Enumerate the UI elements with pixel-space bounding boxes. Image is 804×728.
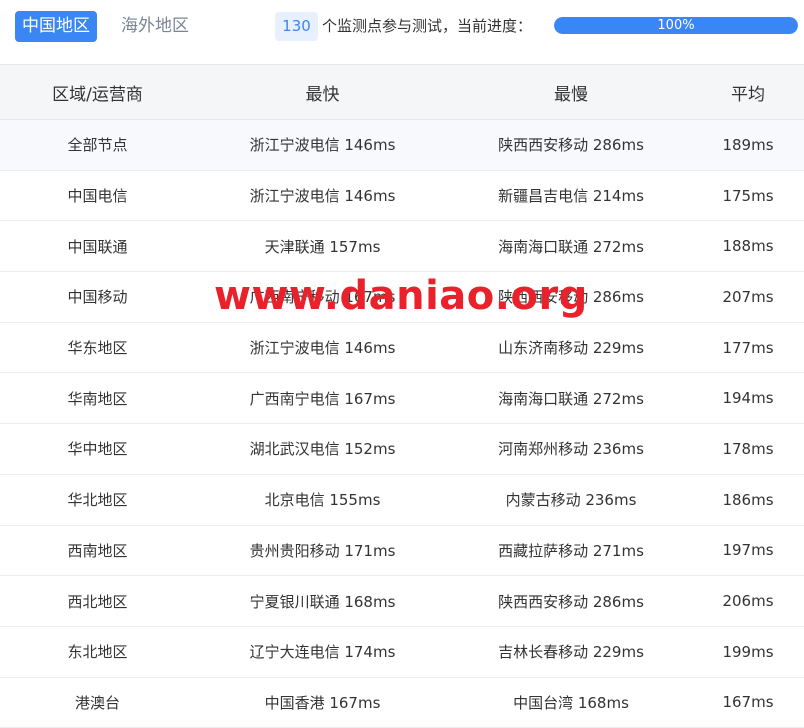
table-row: 全部节点 浙江宁波电信 146ms 陕西西安移动 286ms 189ms (0, 119, 804, 171)
cell-slowest: 新疆昌吉电信 214ms (498, 187, 644, 206)
cell-fastest: 北京电信 155ms (264, 491, 381, 510)
cell-slowest: 陕西西安移动 286ms (498, 136, 644, 155)
cell-average: 178ms (722, 439, 774, 458)
table-row: 西北地区 宁夏银川联通 168ms 陕西西安移动 286ms 206ms (0, 576, 804, 627)
cell-fastest: 辽宁大连电信 174ms (249, 643, 396, 662)
cell-average: 188ms (722, 237, 774, 256)
progress-description: 个监测点参与测试，当前进度： (322, 17, 533, 35)
cell-average: 206ms (722, 592, 774, 611)
top-bar: 中国地区 海外地区 130 个监测点参与测试，当前进度： 100% (0, 0, 804, 64)
cell-slowest: 西藏拉萨移动 271ms (498, 541, 644, 560)
cell-fastest: 贵州贵阳移动 171ms (249, 541, 396, 560)
watermark: www.daniao.org (214, 273, 588, 319)
cell-region: 西南地区 (67, 541, 128, 560)
cell-fastest: 浙江宁波电信 146ms (249, 136, 396, 155)
cell-average: 199ms (722, 642, 774, 661)
cell-average: 194ms (722, 389, 774, 408)
cell-fastest: 中国香港 167ms (264, 693, 381, 712)
table-body: 全部节点 浙江宁波电信 146ms 陕西西安移动 286ms 189ms 中国电信 浙江宁… (0, 119, 804, 728)
cell-region: 港澳台 (74, 693, 120, 712)
cell-average: 177ms (722, 338, 774, 357)
table-row: 西南地区 贵州贵阳移动 171ms 西藏拉萨移动 271ms 197ms (0, 525, 804, 576)
table-row: 华东地区 浙江宁波电信 146ms 山东济南移动 229ms 177ms (0, 322, 804, 373)
cell-average: 175ms (722, 186, 774, 205)
cell-region: 华东地区 (67, 339, 128, 358)
cell-region: 全部节点 (67, 136, 128, 155)
cell-fastest: 湖北武汉电信 152ms (249, 440, 396, 459)
table-header-row: 区域/运营商 最快 最慢 平均 (0, 64, 804, 120)
cell-region: 中国移动 (67, 288, 128, 307)
cell-fastest: 浙江宁波电信 146ms (249, 187, 396, 206)
header-average: 平均 (692, 64, 804, 120)
cell-slowest: 海南海口联通 272ms (498, 237, 644, 256)
table-row: 港澳台 中国香港 167ms 中国台湾 168ms 167ms (0, 677, 804, 728)
cell-region: 华中地区 (67, 440, 128, 459)
progress-fill: 100% (554, 17, 798, 34)
table-row: 中国电信 浙江宁波电信 146ms 新疆昌吉电信 214ms 175ms (0, 170, 804, 221)
header-slowest: 最慢 (450, 64, 692, 120)
node-count-badge: 130 (275, 12, 318, 41)
cell-average: 197ms (722, 541, 774, 560)
cell-slowest: 海南海口联通 272ms (498, 389, 644, 408)
cell-fastest: 浙江宁波电信 146ms (249, 339, 396, 358)
cell-fastest: 宁夏银川联通 168ms (249, 592, 396, 611)
table-row: 华南地区 广西南宁电信 167ms 海南海口联通 272ms 194ms (0, 373, 804, 424)
cell-region: 华南地区 (67, 389, 128, 408)
cell-slowest: 山东济南移动 229ms (498, 339, 644, 358)
cell-average: 186ms (722, 490, 774, 509)
cell-slowest: 内蒙古移动 236ms (505, 491, 637, 510)
cell-slowest: 中国台湾 168ms (513, 693, 629, 712)
cell-average: 189ms (722, 135, 774, 154)
tab-overseas[interactable]: 海外地区 (114, 11, 196, 42)
cell-slowest: 陕西西安移动 286ms (498, 592, 644, 611)
results-table: 区域/运营商 最快 最慢 平均 全部节点 浙江宁波电信 146ms 陕西西安移动 2… (0, 64, 804, 728)
cell-region: 中国联通 (67, 237, 128, 256)
header-region: 区域/运营商 (0, 64, 195, 120)
cell-region: 东北地区 (67, 643, 128, 662)
cell-slowest: 河南郑州移动 236ms (498, 440, 644, 459)
cell-average: 207ms (722, 287, 774, 306)
cell-region: 西北地区 (67, 592, 128, 611)
cell-region: 中国电信 (67, 187, 128, 206)
table-row: 华北地区 北京电信 155ms 内蒙古移动 236ms 186ms (0, 474, 804, 525)
header-fastest: 最快 (195, 64, 450, 120)
tab-china[interactable]: 中国地区 (15, 11, 97, 42)
cell-average: 167ms (722, 693, 774, 712)
table-row: 东北地区 辽宁大连电信 174ms 吉林长春移动 229ms 199ms (0, 626, 804, 678)
cell-region: 华北地区 (67, 491, 128, 510)
cell-slowest: 吉林长春移动 229ms (498, 643, 644, 662)
progress-bar: 100% (554, 17, 798, 34)
table-row: 中国联通 天津联通 157ms 海南海口联通 272ms 188ms (0, 221, 804, 272)
table-row: 华中地区 湖北武汉电信 152ms 河南郑州移动 236ms 178ms (0, 424, 804, 475)
cell-fastest: 天津联通 157ms (264, 237, 381, 256)
cell-fastest: 广西南宁电信 167ms (249, 389, 396, 408)
